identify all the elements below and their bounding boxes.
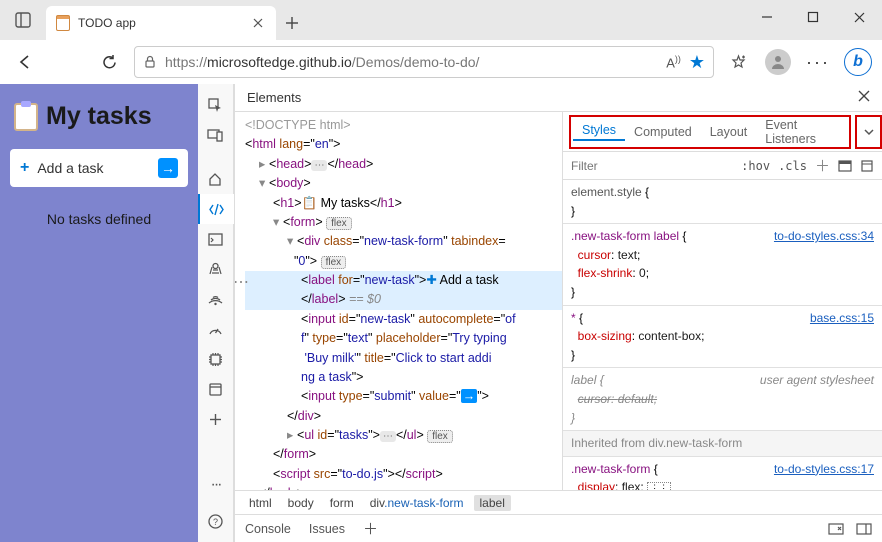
performance-tool-icon[interactable] xyxy=(198,314,234,344)
new-rule-button[interactable]: ＋ xyxy=(815,155,830,176)
styles-pane: Styles Computed Layout Event Listeners :… xyxy=(562,112,882,490)
add-task-form[interactable]: + Add a task → xyxy=(10,149,188,187)
device-emulation-icon[interactable] xyxy=(198,120,234,150)
collections-button[interactable] xyxy=(722,46,754,78)
cls-toggle[interactable]: .cls xyxy=(778,159,807,173)
tab-event-listeners[interactable]: Event Listeners xyxy=(756,118,847,146)
window-maximize-button[interactable] xyxy=(790,0,836,34)
window-minimize-button[interactable] xyxy=(744,0,790,34)
address-bar[interactable]: https://microsoftedge.github.io/Demos/de… xyxy=(134,46,714,78)
refresh-button[interactable] xyxy=(92,45,126,79)
tab-actions-button[interactable] xyxy=(0,0,46,40)
tab-layout[interactable]: Layout xyxy=(701,125,757,139)
drawer-tab-console[interactable]: Console xyxy=(245,522,291,536)
page-content: My tasks + Add a task → No tasks defined xyxy=(0,84,198,542)
more-tools-button[interactable] xyxy=(198,404,234,434)
clipboard-icon xyxy=(14,103,38,131)
devtools-close-button[interactable] xyxy=(858,90,870,105)
no-tasks-text: No tasks defined xyxy=(10,211,188,227)
devtools-tab-elements[interactable]: Elements xyxy=(247,90,301,105)
url-text: https://microsoftedge.github.io/Demos/de… xyxy=(165,54,658,70)
tab-computed[interactable]: Computed xyxy=(625,125,701,139)
back-button[interactable] xyxy=(8,45,42,79)
application-tool-icon[interactable] xyxy=(198,374,234,404)
reader-mode-icon[interactable]: A)) xyxy=(666,54,681,70)
console-tool-icon[interactable] xyxy=(198,224,234,254)
plus-icon: + xyxy=(20,159,29,177)
dom-breadcrumbs[interactable]: html body form div.new-task-form label xyxy=(235,490,882,514)
sources-tool-icon[interactable] xyxy=(198,254,234,284)
drawer-add-tab[interactable]: ＋ xyxy=(363,518,378,539)
page-heading: My tasks xyxy=(14,102,188,131)
window-close-button[interactable] xyxy=(836,0,882,34)
more-actions-icon[interactable] xyxy=(860,159,874,173)
page-favicon xyxy=(56,15,70,31)
profile-button[interactable] xyxy=(762,46,794,78)
help-icon[interactable]: ? xyxy=(198,506,234,536)
dom-tree[interactable]: <!DOCTYPE html> <html lang="en"> ▸<head>… xyxy=(235,112,562,490)
lock-icon xyxy=(143,55,157,69)
styles-filter-input[interactable] xyxy=(571,159,733,173)
new-tab-button[interactable] xyxy=(276,6,308,40)
browser-tab[interactable]: TODO app xyxy=(46,6,276,40)
tab-close-button[interactable] xyxy=(250,15,266,31)
hov-toggle[interactable]: :hov xyxy=(741,159,770,173)
memory-tool-icon[interactable] xyxy=(198,344,234,374)
devtools-panel: ··· ? Elements <!DOCTYPE html> <html lan… xyxy=(198,84,882,542)
bing-chat-button[interactable]: b xyxy=(842,46,874,78)
add-task-label: Add a task xyxy=(37,160,103,176)
computed-sidebar-icon[interactable] xyxy=(838,159,852,173)
svg-text:?: ? xyxy=(213,517,218,527)
styles-tabs-highlight: Styles Computed Layout Event Listeners xyxy=(569,115,851,149)
more-button[interactable]: ··· xyxy=(802,46,834,78)
tab-title: TODO app xyxy=(78,16,242,30)
chevron-down-icon[interactable] xyxy=(863,126,875,138)
devtools-settings-icon[interactable]: ··· xyxy=(198,470,234,500)
favorite-icon[interactable]: ★ xyxy=(689,52,705,73)
drawer-errors-icon[interactable] xyxy=(828,522,844,536)
network-tool-icon[interactable] xyxy=(198,284,234,314)
styles-more-tabs-highlight xyxy=(855,115,882,149)
style-rules[interactable]: element.style {} to-do-styles.css:34 .ne… xyxy=(563,180,882,490)
submit-arrow-icon[interactable]: → xyxy=(158,158,178,178)
inspect-tool-icon[interactable] xyxy=(198,90,234,120)
welcome-tool-icon[interactable] xyxy=(198,164,234,194)
drawer-expand-icon[interactable] xyxy=(856,522,872,536)
tab-styles[interactable]: Styles xyxy=(573,123,625,141)
drawer-tab-issues[interactable]: Issues xyxy=(309,522,345,536)
elements-tool-icon[interactable] xyxy=(198,194,234,224)
